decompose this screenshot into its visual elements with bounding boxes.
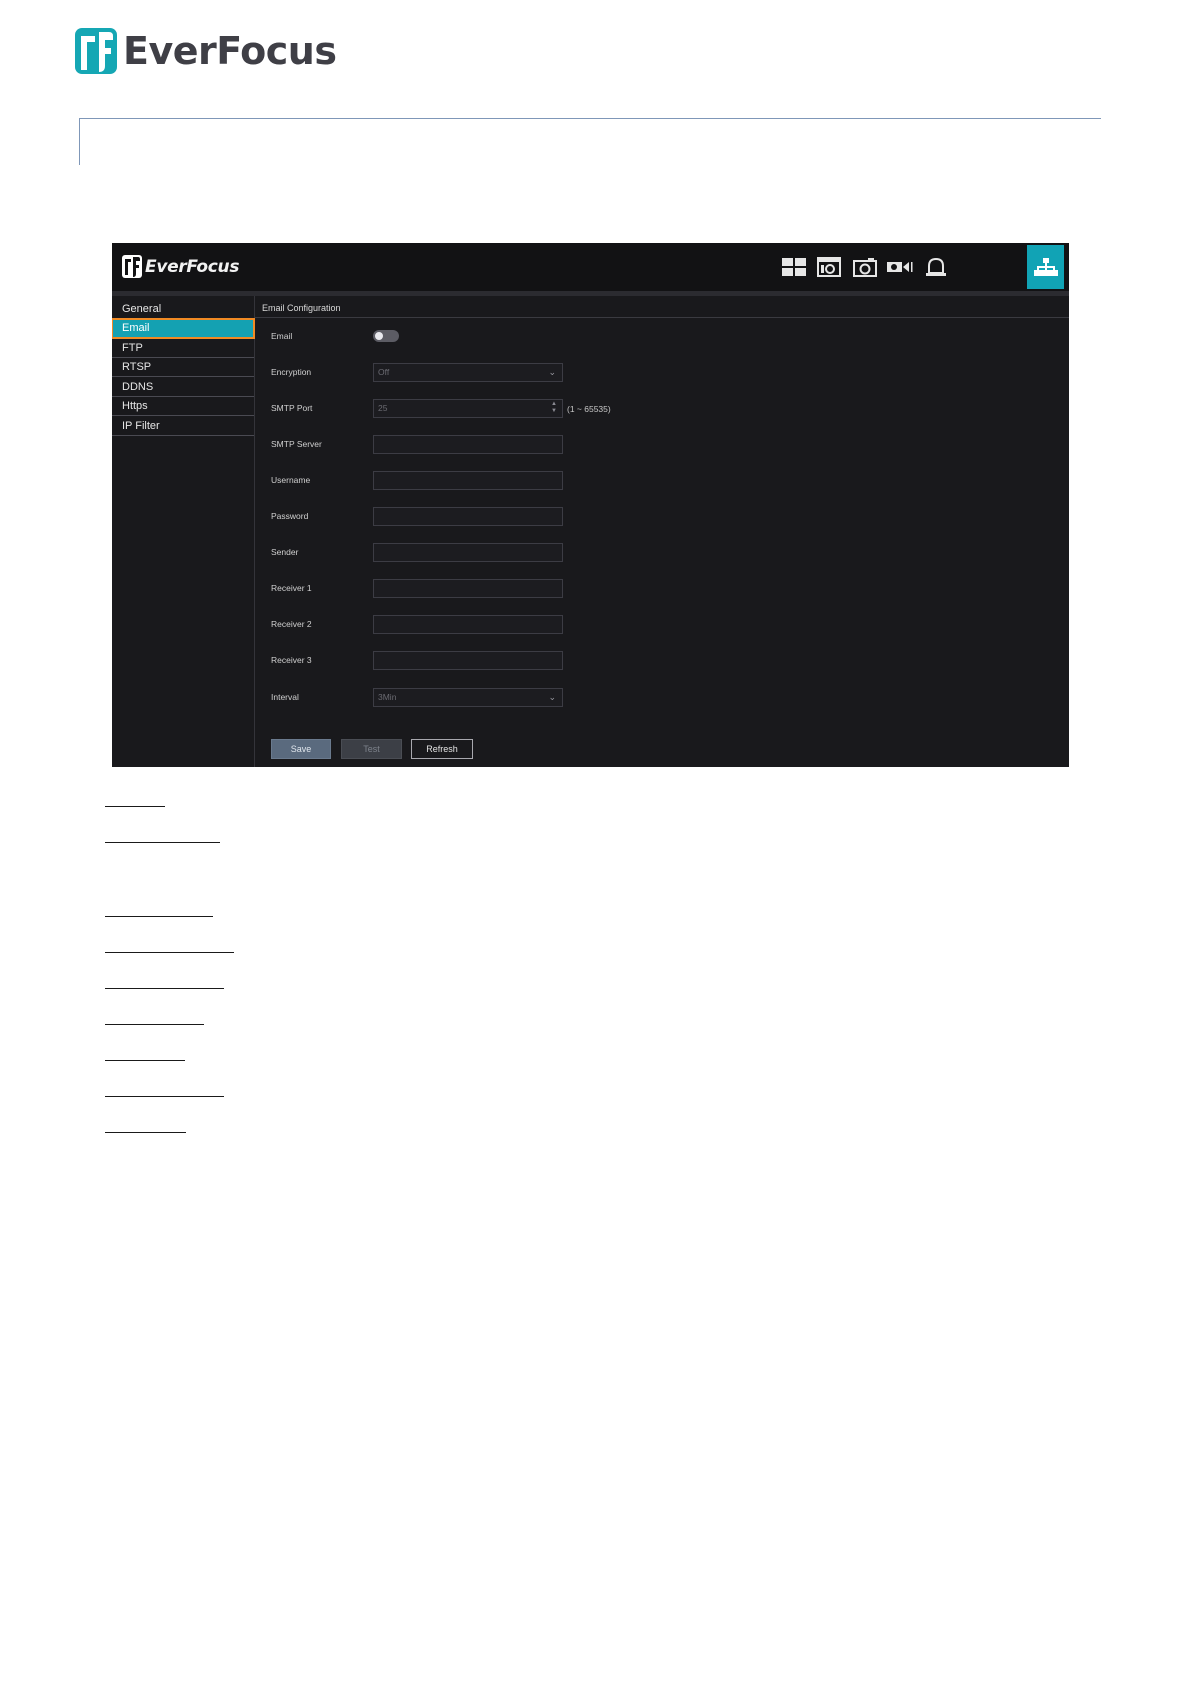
password-input[interactable] [373, 507, 563, 526]
snapshot-icon[interactable] [851, 255, 879, 279]
network-icon[interactable] [1027, 245, 1064, 289]
sidebar-item-ip-filter[interactable]: IP Filter [112, 417, 254, 436]
everfocus-logo-icon [75, 28, 117, 74]
email-toggle-label: Email [271, 331, 293, 341]
header-divider [112, 291, 1069, 296]
underline-placeholder [105, 842, 220, 843]
save-button[interactable]: Save [271, 739, 331, 759]
receiver2-label: Receiver 2 [271, 619, 312, 629]
smtp-server-label: SMTP Server [271, 439, 322, 449]
receiver2-input[interactable] [373, 615, 563, 634]
receiver3-input[interactable] [373, 651, 563, 670]
username-input[interactable] [373, 471, 563, 490]
toggle-knob [375, 332, 383, 340]
smtp-port-label: SMTP Port [271, 403, 313, 413]
underline-placeholder [105, 1060, 185, 1061]
stepper-arrows-icon[interactable]: ▲ ▼ [551, 401, 557, 415]
sidebar-item-email[interactable]: Email [112, 318, 255, 339]
everfocus-logo-icon [122, 255, 142, 278]
smtp-port-range: (1 ~ 65535) [567, 404, 611, 414]
encryption-label: Encryption [271, 367, 312, 377]
interval-value: 3Min [378, 692, 397, 702]
sidebar-item-ftp[interactable]: FTP [112, 339, 254, 358]
underline-placeholder [105, 952, 234, 953]
panel-title: Email Configuration [262, 303, 341, 313]
network-sidebar: General Email FTP RTSP DDNS Https IP Fil… [112, 296, 255, 767]
interval-select[interactable]: 3Min ⌄ [373, 688, 563, 707]
underline-placeholder [105, 1096, 224, 1097]
app-header: EverFocus [112, 243, 1069, 291]
chevron-down-icon: ⌄ [548, 692, 556, 702]
underline-placeholder [105, 806, 165, 807]
underline-placeholder [105, 988, 224, 989]
header-rule [79, 118, 1101, 119]
receiver1-input[interactable] [373, 579, 563, 598]
encryption-value: Off [378, 367, 390, 377]
document-logo: EverFocus [75, 27, 337, 75]
sender-input[interactable] [373, 543, 563, 562]
app-brand-text: EverFocus [145, 256, 240, 277]
record-icon[interactable] [886, 255, 914, 279]
email-toggle[interactable] [373, 330, 399, 342]
alarm-icon[interactable] [922, 255, 950, 279]
sidebar-item-https[interactable]: Https [112, 397, 254, 416]
smtp-server-input[interactable] [373, 435, 563, 454]
document-brand-text: EverFocus [123, 29, 337, 73]
app-logo: EverFocus [122, 255, 239, 278]
smtp-port-value: 25 [378, 403, 388, 413]
sidebar-item-rtsp[interactable]: RTSP [112, 358, 254, 377]
smtp-port-stepper[interactable]: 25 ▲ ▼ [373, 399, 563, 418]
email-settings-screenshot: EverFocus General Email FTP RTSP DDNS Ht… [112, 243, 1069, 767]
underline-placeholder [105, 1132, 186, 1133]
sidebar-item-general[interactable]: General [112, 300, 254, 319]
underline-placeholder [105, 916, 213, 917]
receiver3-label: Receiver 3 [271, 655, 312, 665]
preview-icon[interactable] [780, 255, 808, 279]
playback-icon[interactable] [815, 255, 843, 279]
username-label: Username [271, 475, 311, 485]
sidebar-item-ddns[interactable]: DDNS [112, 378, 254, 397]
receiver1-label: Receiver 1 [271, 583, 312, 593]
chevron-down-icon: ⌄ [548, 367, 556, 377]
encryption-select[interactable]: Off ⌄ [373, 363, 563, 382]
password-label: Password [271, 511, 309, 521]
underline-placeholder [105, 1024, 204, 1025]
header-rule-vertical [79, 118, 80, 165]
interval-label: Interval [271, 692, 299, 702]
refresh-button[interactable]: Refresh [411, 739, 473, 759]
panel-divider [255, 317, 1069, 318]
test-button[interactable]: Test [341, 739, 402, 759]
sender-label: Sender [271, 547, 299, 557]
